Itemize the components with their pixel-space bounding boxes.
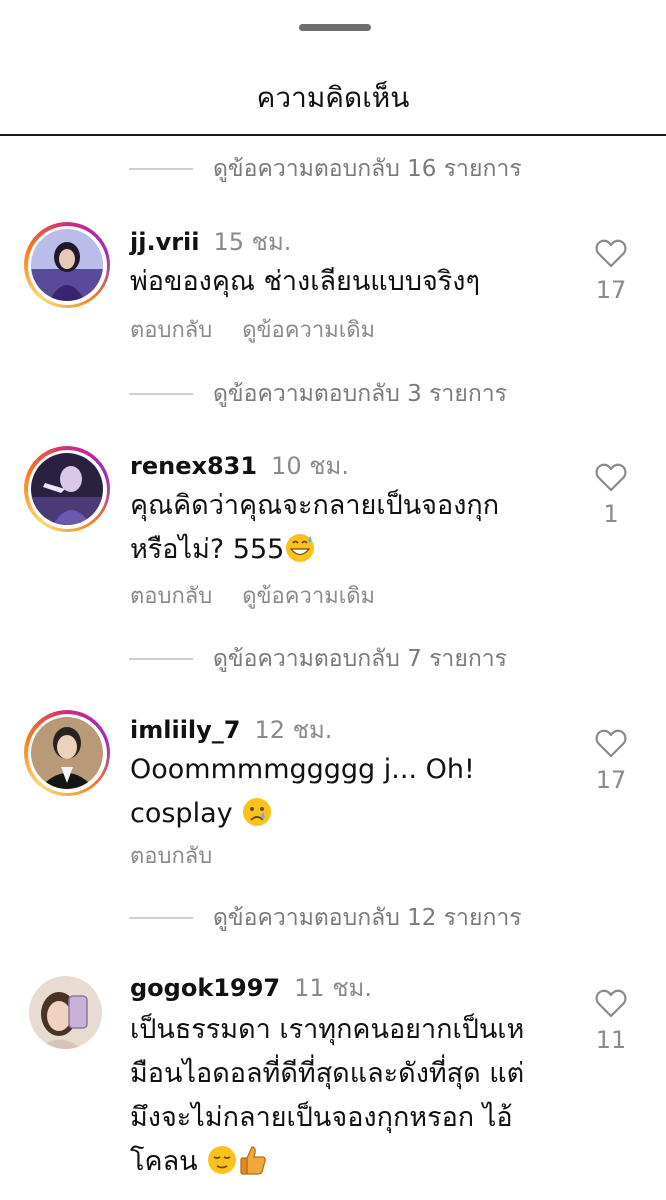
comment-text: คุณคิดว่าคุณจะกลายเป็นจองกุก หรือไม่? 55… — [130, 484, 580, 572]
like-count: 11 — [595, 1026, 627, 1054]
reply-button[interactable]: ตอบกลับ — [130, 844, 212, 869]
comment-line: พ่อของคุณ ช่างเลียนแบบจริงๆ — [130, 266, 480, 297]
comment-line: หรือไม่? 555 — [130, 534, 285, 565]
view-replies-label: ดูข้อความตอบกลับ 12 รายการ — [213, 905, 522, 931]
comment-text: Ooommmmggggg j... Oh! cosplay — [130, 748, 580, 836]
username[interactable]: imliily_7 — [130, 716, 240, 744]
comment-text: พ่อของคุณ ช่างเลียนแบบจริงๆ — [130, 260, 580, 304]
view-replies-label: ดูข้อความตอบกลับ 7 รายการ — [213, 646, 508, 672]
thumbs-up-emoji — [240, 1146, 267, 1175]
comment-meta: jj.vrii 15 ชม. — [130, 222, 291, 261]
avatar-image — [29, 976, 102, 1049]
divider-line — [129, 393, 193, 395]
like-control[interactable]: 17 — [591, 728, 631, 794]
avatar — [31, 229, 103, 301]
sheet-grab-handle[interactable] — [299, 24, 371, 31]
username[interactable]: gogok1997 — [130, 974, 280, 1002]
comment-line: เป็นธรรมดา เราทุกคนอยากเป็นเห — [130, 1014, 525, 1045]
crying-face-emoji — [243, 798, 272, 826]
comment-line: โคลน — [130, 1146, 198, 1177]
view-replies-link[interactable]: ดูข้อความตอบกลับ 7 รายการ — [129, 639, 507, 679]
comment-meta: imliily_7 12 ชม. — [130, 710, 332, 749]
heart-outline-icon[interactable] — [595, 728, 627, 758]
view-replies-link[interactable]: ดูข้อความตอบกลับ 3 รายการ — [129, 374, 507, 414]
timestamp: 15 ชม. — [213, 228, 292, 256]
comment-line: คุณคิดว่าคุณจะกลายเป็นจองกุก — [130, 490, 500, 521]
comment-line: มึงจะไม่กลายเป็นจองกุกหรอก ไอ้ — [130, 1102, 513, 1133]
view-replies-link[interactable]: ดูข้อความตอบกลับ 12 รายการ — [129, 898, 522, 938]
reply-button[interactable]: ตอบกลับ — [130, 318, 212, 343]
heart-outline-icon[interactable] — [595, 988, 627, 1018]
comment-actions: ตอบกลับ — [130, 838, 242, 873]
comment-meta: gogok1997 11 ชม. — [130, 968, 372, 1007]
like-control[interactable]: 1 — [591, 462, 631, 528]
timestamp: 12 ชม. — [254, 716, 333, 744]
see-original-button[interactable]: ดูข้อความเดิม — [242, 584, 375, 609]
divider-line — [129, 658, 193, 660]
comment-line: cosplay — [130, 798, 233, 829]
divider-line — [129, 917, 193, 919]
like-count: 17 — [595, 766, 627, 794]
reply-button[interactable]: ตอบกลับ — [130, 584, 212, 609]
see-original-button[interactable]: ดูข้อความเดิม — [242, 318, 375, 343]
like-count: 1 — [603, 500, 619, 528]
view-replies-label: ดูข้อความตอบกลับ 16 รายการ — [213, 156, 522, 182]
avatar-story-ring[interactable] — [24, 222, 110, 308]
avatar — [31, 453, 103, 525]
avatar — [31, 717, 103, 789]
comment-line: Ooommmmggggg j... Oh! — [130, 754, 475, 785]
comment-line: มือนไอดอลที่ดีที่สุดและดังที่สุด แต่ — [130, 1058, 525, 1089]
timestamp: 10 ชม. — [271, 452, 349, 480]
view-replies-link[interactable]: ดูข้อความตอบกลับ 16 รายการ — [129, 149, 522, 189]
divider-line — [129, 168, 193, 170]
username[interactable]: renex831 — [130, 452, 257, 480]
timestamp: 11 ชม. — [294, 974, 372, 1002]
avatar-story-ring[interactable] — [24, 710, 110, 796]
avatar[interactable] — [29, 976, 102, 1049]
page-title: ความคิดเห็น — [256, 81, 410, 114]
relieved-face-emoji — [208, 1146, 237, 1174]
header-divider — [0, 134, 666, 136]
view-replies-label: ดูข้อความตอบกลับ 3 รายการ — [213, 381, 508, 407]
comments-sheet: ความคิดเห็น ดูข้อความตอบกลับ 16 รายการ j… — [0, 0, 666, 1200]
comment-meta: renex831 10 ชม. — [130, 446, 349, 485]
grinning-sweat-emoji — [286, 534, 315, 562]
heart-outline-icon[interactable] — [595, 238, 627, 268]
comment-text: เป็นธรรมดา เราทุกคนอยากเป็นเห มือนไอดอลท… — [130, 1008, 585, 1184]
like-control[interactable]: 17 — [591, 238, 631, 304]
heart-outline-icon[interactable] — [595, 462, 627, 492]
username[interactable]: jj.vrii — [130, 228, 200, 256]
like-count: 17 — [595, 276, 627, 304]
comment-actions: ตอบกลับ ดูข้อความเดิม — [130, 578, 405, 613]
like-control[interactable]: 11 — [591, 988, 631, 1054]
avatar-story-ring[interactable] — [24, 446, 110, 532]
comment-actions: ตอบกลับ ดูข้อความเดิม — [130, 312, 405, 347]
